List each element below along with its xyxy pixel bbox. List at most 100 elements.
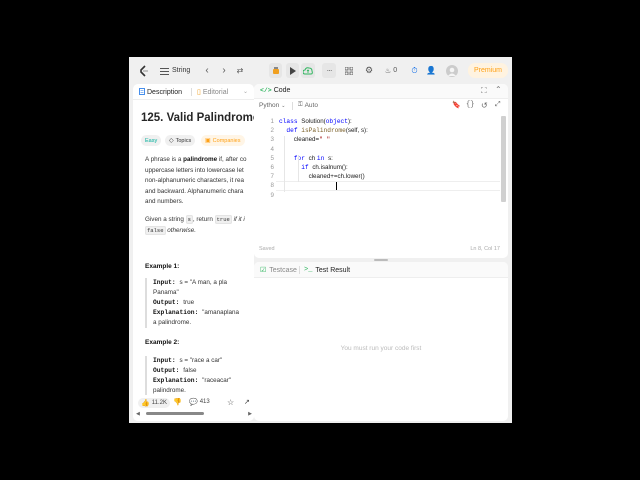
expand-icon[interactable]: ⤢ <box>495 101 501 109</box>
more-actions-button[interactable]: ··· <box>322 63 336 78</box>
chevron-up-icon[interactable]: ⌃ <box>495 85 502 94</box>
panel-resize-handle[interactable] <box>374 259 388 261</box>
shuffle-button[interactable]: ⇄ <box>234 63 246 78</box>
coins-indicator[interactable]: ♨ 0 <box>381 63 401 78</box>
topic-list-button[interactable]: String <box>160 63 198 78</box>
format-code-icon[interactable]: {} <box>466 101 474 109</box>
example-key: Explanation: <box>153 309 203 316</box>
example-value: false <box>183 367 197 374</box>
language-label: Python <box>259 102 280 109</box>
example-value: palindrome. <box>153 387 186 394</box>
dislike-button[interactable]: 👎 <box>173 398 182 406</box>
scrollbar-thumb[interactable] <box>146 412 204 415</box>
code-line: cleaned+=ch.lower() <box>309 173 365 180</box>
inline-code: true <box>214 215 232 224</box>
line-number: 5 <box>270 154 274 162</box>
run-button[interactable] <box>286 63 299 78</box>
companies-button[interactable]: ▣ Companies <box>201 135 245 146</box>
engagement-bar: 👍 11.2K 👎 💬 413 ☆ ↗ ◀ ▶ <box>133 395 254 421</box>
language-select[interactable]: Python ⌄ <box>259 102 285 109</box>
tab-test-result[interactable]: >_ Test Result <box>304 266 350 274</box>
maximize-icon[interactable]: ⛶ <box>481 86 487 96</box>
bookmark-icon[interactable]: 🔖 <box>452 101 461 109</box>
editor-scrollbar[interactable] <box>501 116 506 202</box>
premium-button[interactable]: Premium <box>468 63 508 78</box>
tab-code[interactable]: </> Code <box>260 87 290 94</box>
code-line: cleaned=" " <box>294 136 330 143</box>
coins-count: 0 <box>393 67 398 74</box>
tab-testcase[interactable]: ☑ Testcase <box>260 266 297 275</box>
example-value: s = "A man, a pla <box>179 279 228 286</box>
chevron-down-icon: ⌄ <box>281 102 286 109</box>
premium-label: Premium <box>473 67 502 74</box>
more-icon: ··· <box>326 66 333 75</box>
example-line: Input: s = "race a car" <box>153 356 254 366</box>
desc-text: A phrase is a <box>145 156 184 163</box>
code-panel: </> Code ⛶ ⌃ Python ⌄ ⚿ Auto 🔖 {} ↺ ⤢ 1 c… <box>254 84 508 258</box>
cloud-upload-icon <box>303 66 313 75</box>
debug-button[interactable] <box>269 63 282 78</box>
example-line: Explanation: "raceacar" <box>153 376 254 386</box>
code-line: for ch in s: <box>294 155 333 162</box>
code-toolbar: Python ⌄ ⚿ Auto 🔖 {} ↺ ⤢ <box>254 99 508 114</box>
grid-icon <box>345 66 353 75</box>
avatar[interactable] <box>445 63 459 78</box>
tab-more[interactable]: ⌄ <box>243 88 248 95</box>
test-panel: ☑ Testcase >_ Test Result You must run y… <box>254 262 508 421</box>
code-token: isPalindrome <box>301 127 346 135</box>
code-editor[interactable]: 1 class Solution(object): 2 def isPalindrom… <box>254 116 508 241</box>
example-key: Explanation: <box>153 377 203 384</box>
line-number: 1 <box>270 118 274 125</box>
chevron-down-icon: ⌄ <box>243 89 249 95</box>
prev-problem-button[interactable]: ‹ <box>202 63 212 78</box>
given-line: Given a string s, return true if it i <box>145 215 245 226</box>
description-tabs: Description ▯ Editorial ⌄ <box>133 84 254 100</box>
bug-icon <box>272 66 280 75</box>
run-code-message: You must run your code first <box>340 345 422 352</box>
example-key: Input: <box>153 357 180 364</box>
desc-text: if, after co <box>217 156 247 163</box>
comment-count: 413 <box>199 399 210 405</box>
desc-text: non-alphanumeric characters, it rea <box>145 177 245 184</box>
cursor-position: Ln 8, Col 17 <box>470 246 500 252</box>
tab-editorial[interactable]: ▯ Editorial <box>197 88 228 97</box>
example-line: Output: false <box>153 366 254 376</box>
comment-icon: 💬 <box>189 399 198 406</box>
lock-icon: ⚿ <box>298 102 303 108</box>
reset-icon[interactable]: ↺ <box>481 101 488 110</box>
code-token: ): <box>347 118 352 125</box>
description-line-4: and backward. Alphanumeric chara <box>145 187 243 198</box>
topics-button[interactable]: ◇ Topics <box>165 135 196 146</box>
add-friend-button[interactable]: 👤 <box>425 63 437 78</box>
timer-button[interactable]: ⏱ <box>409 63 420 78</box>
topics-label: Topics <box>175 137 192 144</box>
shuffle-icon: ⇄ <box>236 66 244 75</box>
like-button[interactable]: 👍 11.2K <box>138 398 170 408</box>
example-value: "amanaplana <box>202 309 240 316</box>
example-value: a palindrome. <box>153 319 192 326</box>
line-number: 2 <box>270 127 274 135</box>
active-line-highlight <box>276 181 500 191</box>
comments-button[interactable]: 💬 413 <box>189 398 210 406</box>
tag-icon: ◇ <box>169 138 174 144</box>
scroll-left-icon[interactable]: ◀ <box>136 411 140 417</box>
next-problem-button[interactable]: › <box>219 63 229 78</box>
desc-text: uppercase letters into lowercase let <box>145 166 244 174</box>
top-navbar: String ‹ › ⇄ ··· ⚙ ♨ 0 ⏱ 👤 Premium <box>129 57 512 84</box>
auto-mode-toggle[interactable]: ⚿ Auto <box>298 102 318 109</box>
inline-code: s <box>185 215 193 224</box>
horizontal-scrollbar[interactable]: ◀ ▶ <box>136 411 252 417</box>
chevron-left-icon: ‹ <box>205 65 209 76</box>
settings-button[interactable]: ⚙ <box>363 63 375 78</box>
layout-button[interactable] <box>343 63 355 78</box>
example-line: a palindrome. <box>153 318 254 328</box>
favorite-button[interactable]: ☆ <box>227 398 234 407</box>
indent-guide <box>298 154 299 183</box>
scroll-right-icon[interactable]: ▶ <box>248 411 252 417</box>
share-button[interactable]: ↗ <box>244 398 250 406</box>
submit-button[interactable] <box>301 63 315 78</box>
tab-description[interactable]: Description <box>139 88 182 97</box>
inline-code: false <box>145 226 166 235</box>
logo-icon[interactable] <box>138 63 150 78</box>
tab-divider <box>299 266 300 274</box>
